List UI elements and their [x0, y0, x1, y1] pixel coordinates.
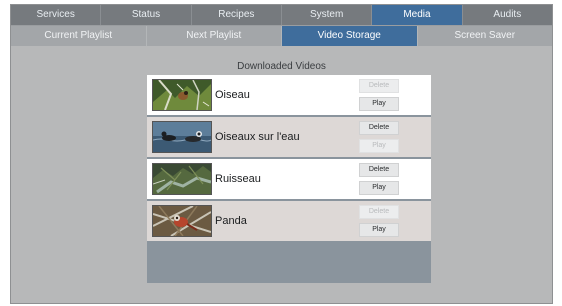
- tab-recipes[interactable]: Recipes: [191, 5, 282, 25]
- bird-thumbnail-icon: [152, 79, 212, 111]
- video-title: Oiseau: [215, 89, 250, 101]
- main-nav: Services Status Recipes System Media Aud…: [11, 5, 552, 25]
- tab-audits[interactable]: Audits: [462, 5, 552, 25]
- subtab-video-storage[interactable]: Video Storage: [282, 26, 418, 46]
- video-row-oiseaux-sur-leau: Oiseaux sur l'eau Delete Play: [147, 117, 431, 157]
- ducks-thumbnail-icon: [152, 121, 212, 153]
- tab-system[interactable]: System: [281, 5, 373, 25]
- play-button[interactable]: Play: [359, 181, 399, 195]
- play-button[interactable]: Play: [359, 223, 399, 237]
- delete-button[interactable]: Delete: [359, 163, 399, 177]
- video-title: Oiseaux sur l'eau: [215, 131, 300, 143]
- delete-button[interactable]: Delete: [359, 79, 399, 93]
- delete-button[interactable]: Delete: [359, 205, 399, 219]
- subtab-screen-saver[interactable]: Screen Saver: [417, 26, 552, 46]
- delete-button[interactable]: Delete: [359, 121, 399, 135]
- tab-status[interactable]: Status: [101, 5, 192, 25]
- video-title: Panda: [215, 215, 247, 227]
- subtab-next-playlist[interactable]: Next Playlist: [146, 26, 282, 46]
- section-title: Downloaded Videos: [237, 61, 326, 72]
- panda-thumbnail-icon: [152, 205, 212, 237]
- tab-media[interactable]: Media: [372, 5, 463, 25]
- stream-thumbnail-icon: [152, 163, 212, 195]
- sub-nav: Current Playlist Next Playlist Video Sto…: [11, 25, 552, 46]
- play-button[interactable]: Play: [359, 97, 399, 111]
- tab-services[interactable]: Services: [11, 5, 102, 25]
- video-row-panda: Panda Delete Play: [147, 201, 431, 241]
- subtab-current-playlist[interactable]: Current Playlist: [11, 26, 147, 46]
- video-title: Ruisseau: [215, 173, 261, 185]
- play-button[interactable]: Play: [359, 139, 399, 153]
- video-row-ruisseau: Ruisseau Delete Play: [147, 159, 431, 199]
- app-frame: Services Status Recipes System Media Aud…: [10, 4, 553, 304]
- video-row-oiseau: Oiseau Delete Play: [147, 75, 431, 115]
- video-list: Oiseau Delete Play Oiseaux sur l'eau Del: [147, 75, 431, 283]
